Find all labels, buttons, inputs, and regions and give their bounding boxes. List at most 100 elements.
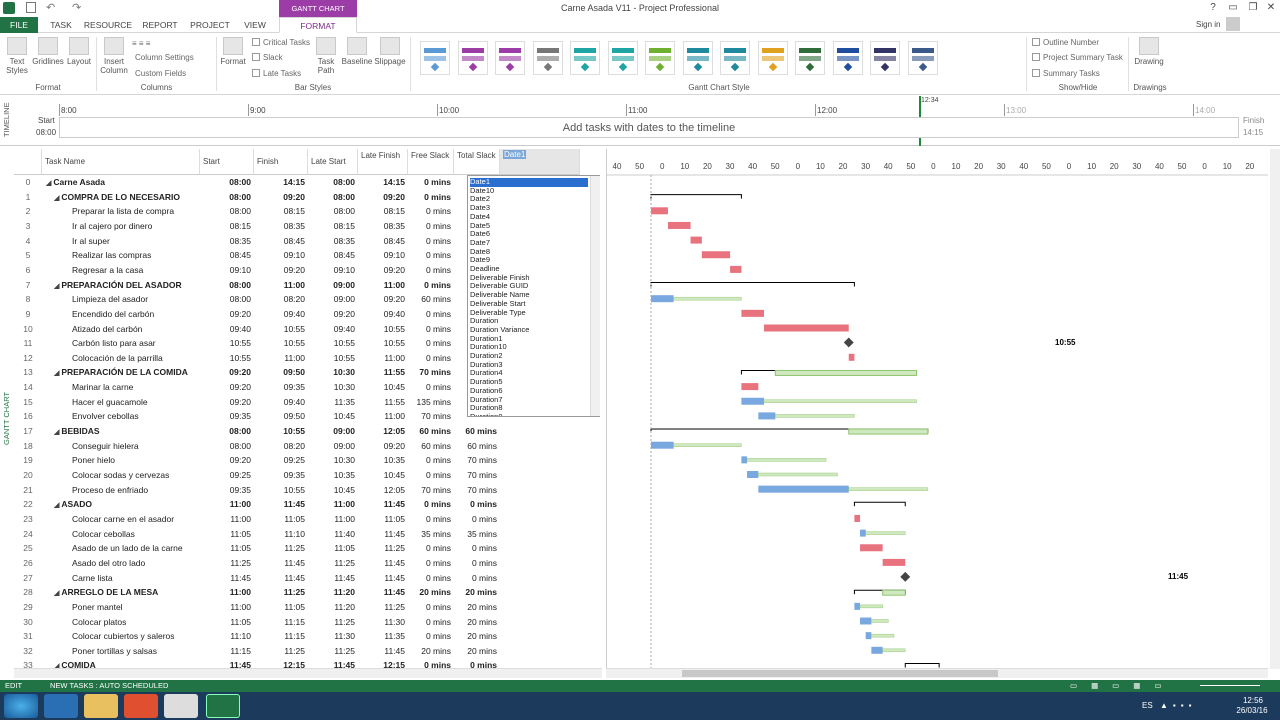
cell-start[interactable]: 11:15 (200, 644, 254, 659)
slack-bar[interactable] (871, 633, 895, 638)
cell-fs[interactable]: 0 mins (408, 600, 454, 615)
cell-start[interactable]: 09:20 (200, 365, 254, 380)
cell-fs[interactable]: 0 mins (408, 468, 454, 483)
task-bar[interactable] (764, 324, 849, 332)
task-bar[interactable] (651, 441, 674, 449)
cell-start[interactable]: 08:00 (200, 278, 254, 293)
cell-ls[interactable]: 11:25 (308, 615, 358, 630)
tab-project[interactable]: PROJECT (186, 17, 234, 33)
slack-bar[interactable] (758, 472, 838, 477)
gantt-horizontal-scrollbar[interactable] (606, 668, 1268, 678)
cell-finish[interactable]: 11:05 (254, 512, 308, 527)
drawing-button[interactable]: Drawing (1132, 37, 1166, 66)
cell-finish[interactable]: 11:15 (254, 629, 308, 644)
table-row[interactable]: 28 ◢ ARREGLO DE LA MESA 11:00 11:25 11:20 11:… (14, 585, 602, 600)
cell-fs[interactable]: 0 mins (408, 190, 454, 205)
row-id[interactable]: 31 (14, 629, 42, 644)
cell-ls[interactable]: 08:00 (308, 190, 358, 205)
cell-finish[interactable]: 08:20 (254, 292, 308, 307)
cell-lf[interactable]: 12:05 (358, 424, 408, 439)
cell-finish[interactable]: 11:00 (254, 278, 308, 293)
row-id[interactable]: 14 (14, 380, 42, 395)
cell-ls[interactable]: 11:35 (308, 395, 358, 410)
task-bar[interactable] (854, 602, 861, 610)
cell-lf[interactable]: 11:45 (358, 644, 408, 659)
col-start[interactable]: Start (200, 149, 254, 175)
row-id[interactable]: 9 (14, 307, 42, 322)
cell-fs[interactable]: 0 mins (408, 248, 454, 263)
task-bar[interactable] (651, 207, 668, 215)
summary-bar[interactable] (853, 501, 906, 507)
col-task-name[interactable]: Task Name (42, 149, 200, 175)
new-field-input[interactable]: Date1 (503, 150, 527, 159)
media-player-icon[interactable] (124, 694, 158, 718)
baseline-button[interactable]: Baseline (341, 37, 373, 66)
cell-ls[interactable]: 10:30 (308, 453, 358, 468)
row-id[interactable]: 27 (14, 571, 42, 586)
task-name[interactable]: Colocar cebollas (72, 527, 198, 542)
cell-start[interactable]: 08:00 (200, 175, 254, 190)
cell-start[interactable]: 09:20 (200, 453, 254, 468)
cell-ts[interactable]: 0 mins (454, 556, 500, 571)
cell-lf[interactable]: 08:45 (358, 234, 408, 249)
slack-bar[interactable] (848, 487, 929, 491)
row-id[interactable]: 24 (14, 527, 42, 542)
cell-finish[interactable]: 09:20 (254, 190, 308, 205)
cell-lf[interactable]: 12:05 (358, 483, 408, 498)
cell-start[interactable]: 10:55 (200, 351, 254, 366)
gantt-style-swatch[interactable] (720, 41, 750, 75)
cell-lf[interactable]: 10:45 (358, 380, 408, 395)
task-bar[interactable] (860, 544, 883, 552)
cell-lf[interactable]: 09:10 (358, 248, 408, 263)
table-row[interactable]: 26 Asado del otro lado 11:25 11:45 11:25 11:4… (14, 556, 602, 571)
dropdown-option[interactable]: Duration9 (470, 412, 588, 416)
tab-report[interactable]: REPORT (138, 17, 182, 33)
cell-start[interactable]: 11:05 (200, 527, 254, 542)
ribbon-display-icon[interactable]: ▭ (1226, 2, 1240, 14)
cell-ls[interactable]: 09:00 (308, 278, 358, 293)
task-bar[interactable] (651, 295, 674, 303)
cell-lf[interactable]: 09:20 (358, 263, 408, 278)
cell-finish[interactable]: 09:20 (254, 263, 308, 278)
row-id[interactable]: 4 (14, 234, 42, 249)
cell-start[interactable]: 08:45 (200, 248, 254, 263)
task-name[interactable]: Encendido del carbón (72, 307, 198, 322)
col-free-slack[interactable]: Free Slack (408, 149, 454, 175)
cell-ts[interactable]: 70 mins (454, 468, 500, 483)
row-id[interactable]: 15 (14, 395, 42, 410)
col-late-finish[interactable]: Late Finish (358, 149, 408, 175)
task-name[interactable]: Poner mantel (72, 600, 198, 615)
task-name[interactable]: ◢ PREPARACIÓN DEL ASADOR (54, 278, 198, 293)
undo-icon[interactable]: ↶ (46, 1, 55, 14)
task-name[interactable]: Poner tortillas y salsas (72, 644, 198, 659)
cell-finish[interactable]: 09:40 (254, 395, 308, 410)
row-id[interactable]: 19 (14, 453, 42, 468)
start-icon[interactable] (4, 694, 38, 718)
gantt-style-swatch[interactable] (795, 41, 825, 75)
milestone-diamond[interactable] (900, 571, 911, 582)
dropdown-scrollbar[interactable] (590, 176, 600, 416)
slack-bar[interactable] (673, 443, 742, 447)
cell-finish[interactable]: 08:20 (254, 439, 308, 454)
cell-start[interactable]: 11:00 (200, 585, 254, 600)
task-name[interactable]: ◢ ASADO (54, 497, 198, 512)
task-name[interactable]: Regresar a la casa (72, 263, 198, 278)
summary-bar[interactable] (650, 282, 855, 287)
cell-finish[interactable]: 11:45 (254, 556, 308, 571)
tab-view[interactable]: VIEW (238, 17, 272, 33)
cell-lf[interactable]: 08:35 (358, 219, 408, 234)
task-name[interactable]: ◢ PREPARACIÓN DE LA COMIDA (54, 365, 198, 380)
cell-ts[interactable]: 0 mins (454, 571, 500, 586)
row-id[interactable]: 2 (14, 204, 42, 219)
task-bar[interactable] (730, 265, 742, 273)
task-bar[interactable] (701, 251, 731, 259)
cell-finish[interactable]: 09:25 (254, 453, 308, 468)
table-row[interactable]: 18 Conseguir hielera 08:00 08:20 09:00 09:20 6… (14, 439, 602, 454)
task-bar[interactable] (667, 221, 691, 229)
summary-bar[interactable] (650, 194, 742, 199)
cell-ls[interactable]: 10:30 (308, 365, 358, 380)
select-all-corner[interactable] (14, 149, 42, 175)
cell-start[interactable]: 09:35 (200, 409, 254, 424)
cell-fs[interactable]: 0 mins (408, 453, 454, 468)
cell-fs[interactable]: 60 mins (408, 424, 454, 439)
